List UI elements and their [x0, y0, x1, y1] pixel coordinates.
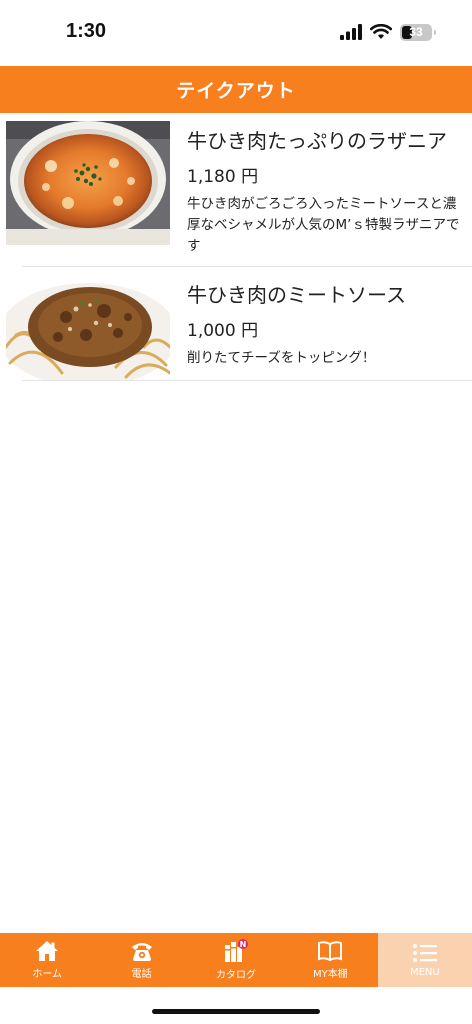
list-item[interactable]: 牛ひき肉のミートソース 1,000 円 削りたてチーズをトッピング！ — [0, 267, 472, 381]
phone-icon — [131, 943, 152, 961]
home-indicator[interactable] — [152, 1009, 320, 1014]
menu-icon — [412, 944, 437, 962]
status-icons: 33 — [340, 22, 436, 42]
tab-home[interactable]: ホーム — [0, 933, 94, 987]
item-description: 牛ひき肉がごろごろ入ったミートソースと濃厚なベシャメルが人気のM’ｓ特製ラザニア… — [187, 196, 460, 254]
status-time: 1:30 — [66, 20, 107, 42]
book-icon — [318, 941, 343, 962]
catalog-badge: N — [240, 940, 247, 949]
tab-phone[interactable]: 電話 — [94, 933, 188, 987]
wifi-icon — [370, 24, 392, 39]
menu-list: 牛ひき肉たっぷりのラザニア 1,180 円 牛ひき肉がごろごろ入ったミートソース… — [0, 113, 472, 381]
tab-menu[interactable]: MENU — [377, 933, 472, 987]
tab-my-bookshelf[interactable]: MY本棚 — [283, 933, 377, 987]
tab-label: カタログ — [216, 970, 257, 981]
battery-level: 33 — [409, 25, 423, 39]
tab-label: 電話 — [131, 969, 152, 980]
page-title: テイクアウト — [176, 80, 296, 102]
lasagna-photo — [6, 121, 170, 245]
tab-label: MENU — [409, 967, 440, 978]
battery-icon: 33 — [400, 23, 436, 41]
list-item[interactable]: 牛ひき肉たっぷりのラザニア 1,180 円 牛ひき肉がごろごろ入ったミートソース… — [0, 113, 472, 267]
bottom-tab-bar: ホーム 電話 N カタログ MY本棚 MENU — [0, 933, 472, 987]
item-title: 牛ひき肉たっぷりのラザニア — [187, 129, 447, 153]
status-bar: 1:30 33 — [0, 0, 472, 64]
page-header: テイクアウト — [0, 66, 472, 113]
item-description: 削りたてチーズをトッピング！ — [187, 350, 376, 366]
divider — [22, 380, 472, 381]
tab-catalog[interactable]: N カタログ — [189, 933, 283, 987]
tab-label: ホーム — [32, 969, 63, 980]
home-icon — [36, 941, 59, 961]
item-title: 牛ひき肉のミートソース — [187, 283, 406, 307]
item-price: 1,180 円 — [187, 167, 259, 187]
cellular-signal-icon — [340, 24, 362, 40]
item-price: 1,000 円 — [187, 321, 259, 341]
tab-label: MY本棚 — [313, 969, 348, 980]
meat-sauce-pasta-photo — [6, 277, 170, 381]
catalog-icon: N — [225, 939, 249, 962]
